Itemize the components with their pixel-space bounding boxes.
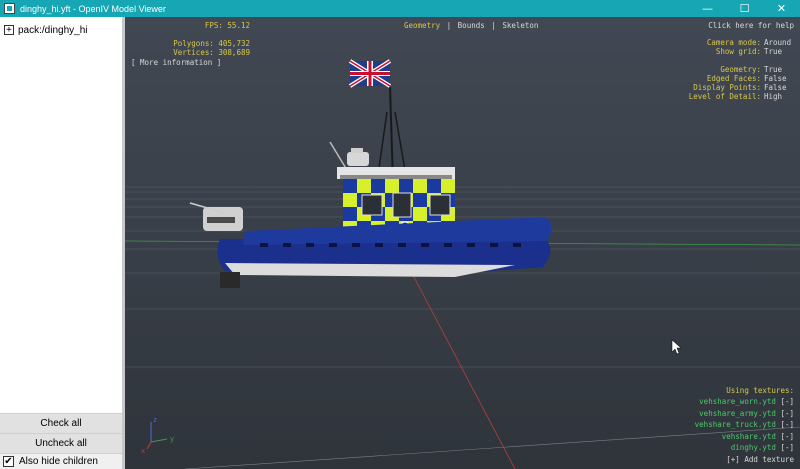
title-bar: dinghy_hi.yft - OpenIV Model Viewer — ☐ … xyxy=(0,0,800,17)
axis-y-label: y xyxy=(170,435,174,443)
setting-show-grid[interactable]: Show grid: True xyxy=(644,47,794,56)
texture-item: vehshare_army.ytd [-] xyxy=(699,408,794,418)
axis-z-label: z xyxy=(153,416,157,424)
texture-item: dinghy.ytd [-] xyxy=(730,443,794,452)
axis-gizmo xyxy=(146,422,168,450)
render-stats: FPS: 55.12 Polygons: 405,732 Vertices: 3… xyxy=(145,21,250,57)
also-hide-children-checkbox[interactable]: ✔ xyxy=(3,456,14,467)
polygons-readout: Polygons: 405,732 xyxy=(173,39,250,48)
add-texture-button[interactable]: [+] Add texture xyxy=(695,454,794,466)
more-information-link[interactable]: [ More information ] xyxy=(131,58,221,67)
tree-item-label: pack:/dinghy_hi xyxy=(18,24,88,36)
setting-level-of-detail[interactable]: Level of Detail: High xyxy=(644,92,794,101)
texture-list-heading: Using textures: xyxy=(726,385,794,395)
remove-texture-button[interactable]: [-] xyxy=(780,409,794,418)
viewer-settings: Camera mode: Around Show grid: True Geomet… xyxy=(644,38,794,101)
model-viewport[interactable]: z y x FPS: 55.12 Polygons: 405,732 Verti… xyxy=(125,17,800,469)
maximize-button[interactable]: ☐ xyxy=(726,0,763,17)
union-flag xyxy=(348,59,392,88)
tab-separator: | xyxy=(446,21,452,30)
app-icon xyxy=(4,3,15,14)
expand-icon[interactable]: + xyxy=(4,25,14,35)
axis-x-label: x xyxy=(141,447,145,455)
mouse-cursor-icon xyxy=(671,339,682,355)
tab-geometry[interactable]: Geometry xyxy=(404,21,440,30)
hierarchy-panel: + pack:/dinghy_hi Check all Uncheck all … xyxy=(0,17,125,469)
texture-item: vehshare_worn.ytd [-] xyxy=(699,397,794,406)
close-button[interactable]: ✕ xyxy=(763,0,800,17)
setting-camera-mode[interactable]: Camera mode: Around xyxy=(644,38,794,47)
also-hide-children-label: Also hide children xyxy=(19,456,98,467)
texture-item: vehshare.ytd [-] xyxy=(721,431,794,441)
check-all-button[interactable]: Check all xyxy=(0,413,122,433)
setting-display-points[interactable]: Display Points: False xyxy=(644,83,794,92)
setting-edged-faces[interactable]: Edged Faces: False xyxy=(644,74,794,83)
window-title: dinghy_hi.yft - OpenIV Model Viewer xyxy=(20,3,166,14)
hierarchy-buttons: Check all Uncheck all ✔ Also hide childr… xyxy=(0,413,122,469)
help-link[interactable]: Click here for help xyxy=(708,21,794,30)
remove-texture-button[interactable]: [-] xyxy=(780,443,794,452)
remove-texture-button[interactable]: [-] xyxy=(780,420,794,429)
texture-list: Using textures: vehshare_worn.ytd [-] ve… xyxy=(695,385,794,466)
vertices-readout: Vertices: 308,689 xyxy=(173,48,250,57)
tree-item-pack[interactable]: + pack:/dinghy_hi xyxy=(0,22,122,38)
window-controls: — ☐ ✕ xyxy=(689,0,800,17)
view-mode-tabs: Geometry | Bounds | Skeleton xyxy=(403,21,539,30)
tab-bounds[interactable]: Bounds xyxy=(458,21,485,30)
tab-skeleton[interactable]: Skeleton xyxy=(502,21,538,30)
tab-separator: | xyxy=(491,21,496,30)
texture-item: vehshare_truck.ytd [-] xyxy=(694,420,794,429)
remove-texture-button[interactable]: [-] xyxy=(780,432,794,441)
uncheck-all-button[interactable]: Uncheck all xyxy=(0,433,122,453)
setting-geometry[interactable]: Geometry: True xyxy=(644,65,794,74)
minimize-button[interactable]: — xyxy=(689,0,726,17)
also-hide-children-toggle[interactable]: ✔ Also hide children xyxy=(0,453,122,469)
remove-texture-button[interactable]: [-] xyxy=(780,397,794,406)
fps-readout: FPS: 55.12 xyxy=(204,21,250,30)
setting-spacer xyxy=(644,56,794,65)
boat-model xyxy=(189,59,552,288)
